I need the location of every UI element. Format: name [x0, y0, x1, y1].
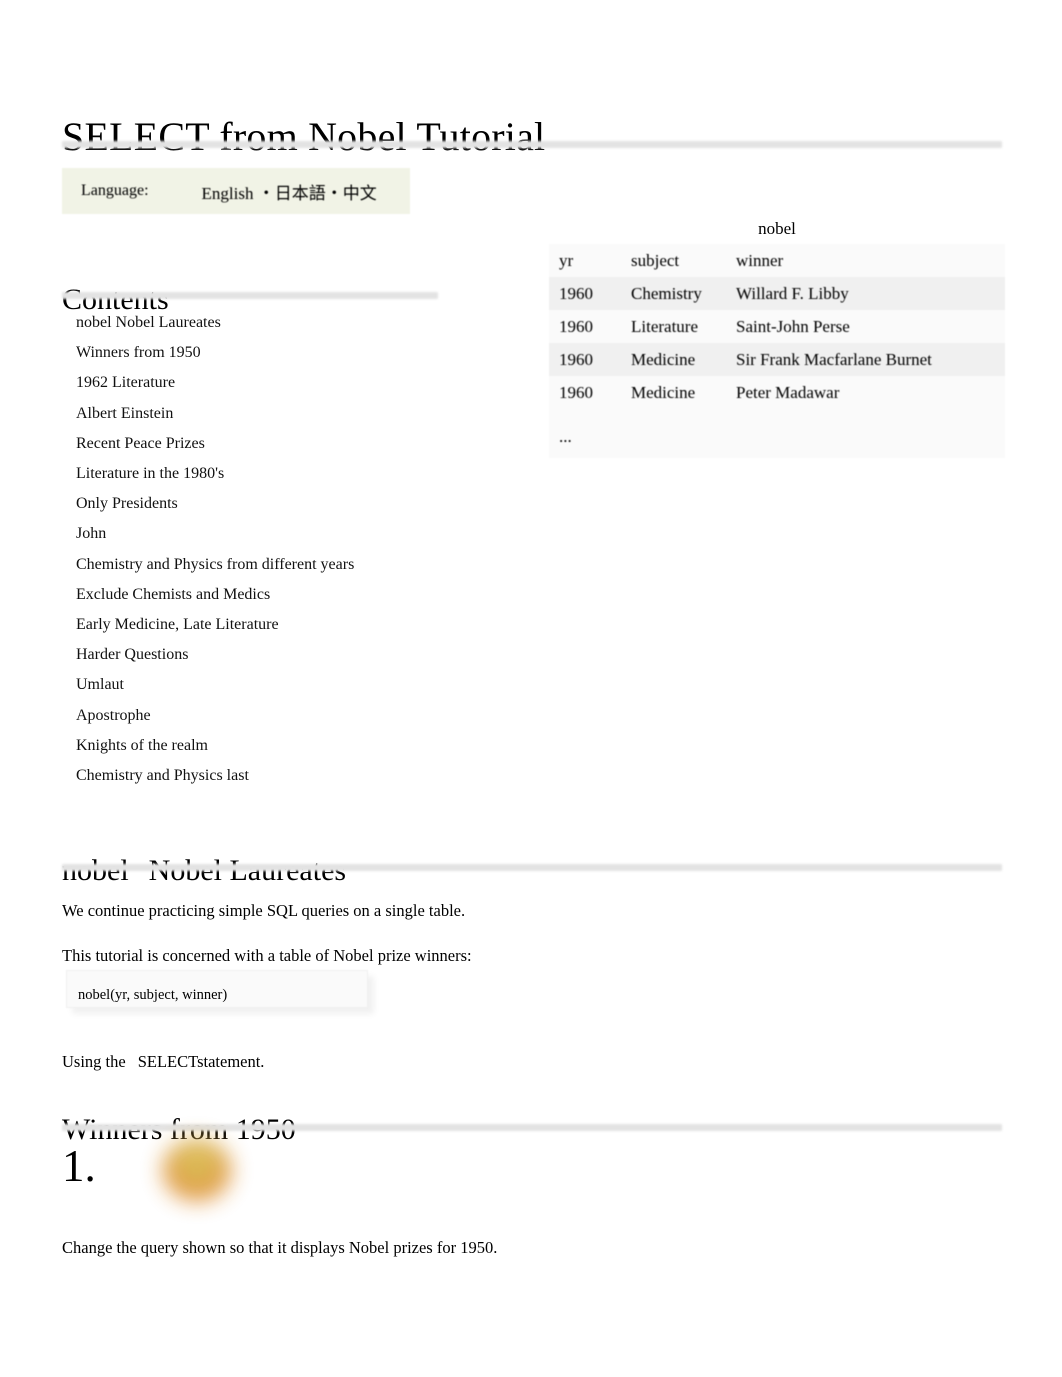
using-prefix: Using the	[62, 1051, 126, 1071]
section-nobel-divider	[62, 864, 1002, 871]
nobel-table-caption: nobel	[758, 219, 796, 238]
table-cell: Literature	[621, 310, 726, 343]
nobel-medal-icon	[163, 1139, 231, 1201]
using-suffix: statement.	[197, 1051, 265, 1071]
language-links[interactable]: English ・日本語・中文	[202, 179, 377, 204]
contents-item[interactable]: John	[76, 519, 506, 549]
nobel-table-container: nobel yr subject winner 1960 Chemistry Willar…	[549, 216, 1005, 458]
contents-item[interactable]: Recent Peace Prizes	[76, 429, 506, 459]
page-title: SELECT from Nobel Tutorial	[62, 113, 546, 159]
contents-item[interactable]: 1962 Literature	[76, 368, 506, 398]
contents-item[interactable]: Literature in the 1980's	[76, 459, 506, 489]
section-winners-divider	[62, 1124, 1002, 1131]
contents-item[interactable]: Chemistry and Physics from different yea…	[76, 550, 506, 580]
table-cell: Medicine	[621, 343, 726, 376]
contents-item[interactable]: Umlaut	[76, 670, 506, 700]
table-cell: Willard F. Libby	[726, 277, 1005, 310]
contents-item[interactable]: Harder Questions	[76, 640, 506, 670]
table-row: 1960 Medicine Peter Madawar	[549, 376, 1005, 409]
table-ellipsis-row: ...	[549, 418, 1005, 458]
table-header-row: yr subject winner	[549, 244, 1005, 277]
table-spacer-cell	[549, 409, 1005, 418]
table-cell: Sir Frank Macfarlane Burnet	[726, 343, 1005, 376]
table-cell: 1960	[549, 376, 621, 409]
contents-item[interactable]: Only Presidents	[76, 489, 506, 519]
table-row: 1960 Literature Saint-John Perse	[549, 310, 1005, 343]
language-label: Language:	[81, 182, 149, 199]
language-bar: Language: English ・日本語・中文	[62, 168, 410, 214]
table-cell: Medicine	[621, 376, 726, 409]
contents-item[interactable]: Chemistry and Physics last	[76, 761, 506, 791]
contents-item[interactable]: nobel Nobel Laureates	[76, 308, 506, 338]
select-keyword: SELECT	[137, 1051, 198, 1071]
title-divider	[62, 141, 1002, 148]
column-header: yr	[549, 244, 621, 277]
contents-item[interactable]: Winners from 1950	[76, 338, 506, 368]
column-header: winner	[726, 244, 1005, 277]
table-spacer-row	[549, 409, 1005, 418]
intro-paragraph-1: We continue practicing simple SQL querie…	[62, 900, 466, 920]
question-text: Change the query shown so that it displa…	[62, 1237, 498, 1257]
table-cell: 1960	[549, 310, 621, 343]
nobel-table: yr subject winner 1960 Chemistry Willard F. L…	[549, 244, 1005, 458]
table-cell: 1960	[549, 343, 621, 376]
contents-item[interactable]: Knights of the realm	[76, 731, 506, 761]
question-number: 1.	[62, 1141, 96, 1191]
table-cell: 1960	[549, 277, 621, 310]
contents-item[interactable]: Apostrophe	[76, 701, 506, 731]
table-ellipsis-cell: ...	[549, 418, 1005, 458]
intro-paragraph-2: This tutorial is concerned with a table …	[62, 945, 472, 965]
table-row: 1960 Medicine Sir Frank Macfarlane Burnet	[549, 343, 1005, 376]
schema-code-text: nobel(yr, subject, winner)	[78, 987, 228, 1003]
contents-list: nobel Nobel Laureates Winners from 1950 19…	[76, 308, 506, 791]
table-cell: Saint-John Perse	[726, 310, 1005, 343]
table-cell: Chemistry	[621, 277, 726, 310]
column-header: subject	[621, 244, 726, 277]
contents-item[interactable]: Albert Einstein	[76, 399, 506, 429]
contents-item[interactable]: Exclude Chemists and Medics	[76, 580, 506, 610]
contents-divider	[62, 292, 438, 299]
tutorial-page: SELECT from Nobel Tutorial Language: Eng…	[0, 0, 1062, 1377]
using-select-paragraph: Using the SELECTstatement.	[62, 1051, 264, 1073]
contents-item[interactable]: Early Medicine, Late Literature	[76, 610, 506, 640]
table-row: 1960 Chemistry Willard F. Libby	[549, 277, 1005, 310]
table-cell: Peter Madawar	[726, 376, 1005, 409]
